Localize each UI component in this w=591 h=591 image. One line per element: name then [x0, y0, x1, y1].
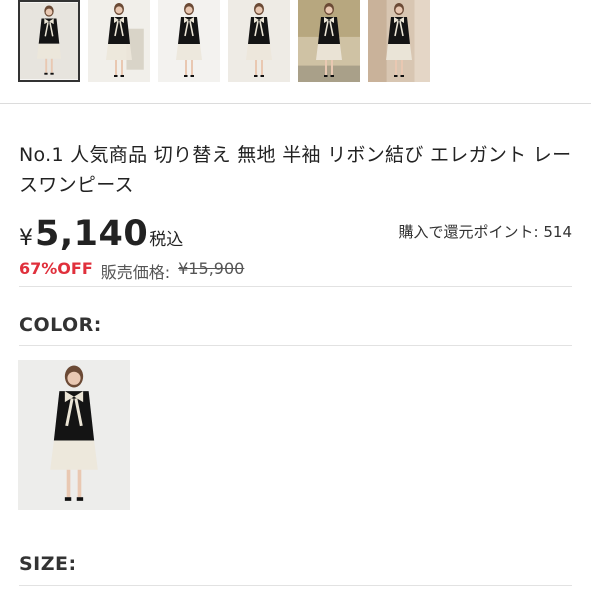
product-title: No.1 人気商品 切り替え 無地 半袖 リボン結び エレガント レースワンピー… — [19, 144, 572, 196]
thumbnail-image — [228, 0, 290, 82]
divider — [19, 345, 572, 346]
discount-badge: 67%OFF — [19, 259, 93, 278]
divider — [19, 585, 572, 586]
swatch-image — [18, 360, 130, 510]
size-section-label: SIZE: — [19, 553, 77, 575]
product-thumbnail[interactable] — [368, 0, 430, 82]
thumbnail-image — [368, 0, 430, 82]
thumbnail-image — [88, 0, 150, 82]
discount-row: 67%OFF 販売価格: ¥15,900 — [19, 259, 244, 283]
color-section-label: COLOR: — [19, 314, 102, 336]
thumbnail-image — [158, 0, 220, 82]
thumbnail-strip — [18, 0, 430, 86]
color-swatch[interactable] — [18, 360, 130, 510]
original-price: ¥15,900 — [178, 259, 245, 278]
divider — [19, 286, 572, 287]
price-row: ¥ 5,140 税込 — [19, 214, 183, 254]
product-thumbnail[interactable] — [88, 0, 150, 82]
tax-label: 税込 — [149, 230, 184, 250]
currency-symbol: ¥ — [19, 226, 33, 251]
original-price-label: 販売価格: — [100, 263, 171, 282]
product-thumbnail[interactable] — [298, 0, 360, 82]
thumbnail-image — [20, 2, 78, 80]
thumbnail-image — [298, 0, 360, 82]
product-thumbnail[interactable] — [228, 0, 290, 82]
product-thumbnail[interactable] — [18, 0, 80, 82]
reward-points: 購入で還元ポイント: 514 — [398, 223, 572, 241]
product-thumbnail[interactable] — [158, 0, 220, 82]
sale-price: 5,140 — [35, 214, 149, 254]
divider — [0, 103, 591, 104]
